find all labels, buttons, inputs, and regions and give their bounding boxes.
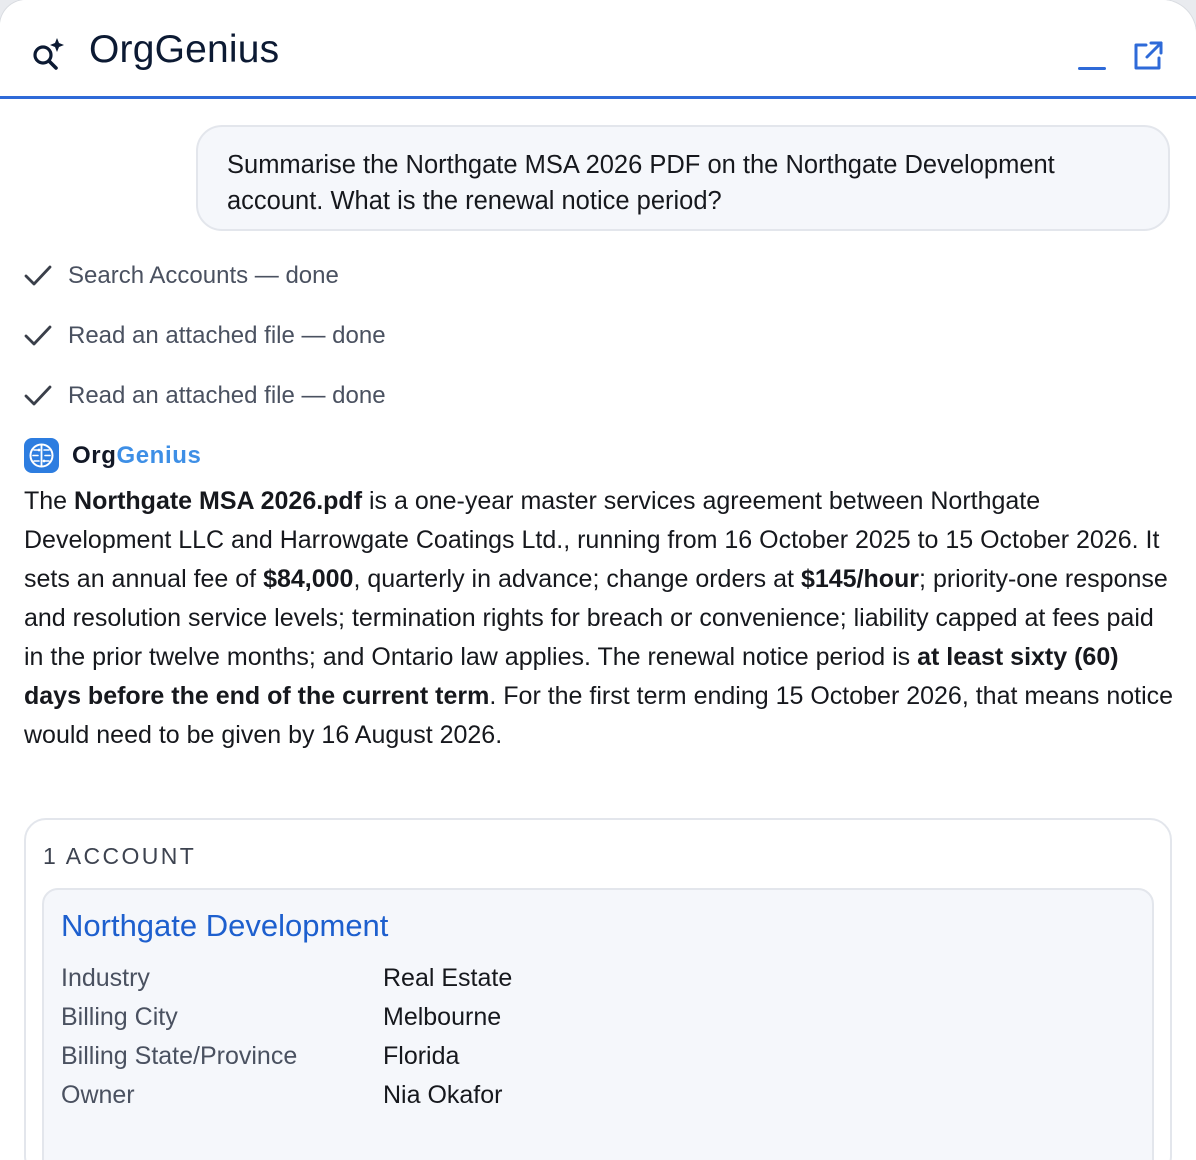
answer-text: The <box>24 487 75 515</box>
answer-text: , quarterly in advance; change orders at <box>353 565 801 593</box>
field-value: Florida <box>383 1042 460 1070</box>
hourly-rate: $145/hour <box>800 565 920 593</box>
field-value: Nia Okafor <box>383 1081 503 1109</box>
field-value: Melbourne <box>383 1003 502 1031</box>
tool-step-label: Search Accounts — done <box>68 262 339 289</box>
field-label: Owner <box>61 1081 135 1109</box>
annual-fee: $84,000 <box>263 565 354 593</box>
field-label: Billing City <box>61 1003 178 1031</box>
brain-icon <box>29 443 54 468</box>
external-link-icon[interactable] <box>1130 38 1166 74</box>
field-label: Billing State/Province <box>61 1042 298 1070</box>
assistant-name: OrgGenius <box>72 438 201 474</box>
field-label: Industry <box>61 964 150 992</box>
assistant-name-part1: Org <box>72 442 117 469</box>
user-message-bubble: Summarise the Northgate MSA 2026 PDF on … <box>196 125 1170 231</box>
results-count: 1 ACCOUNT <box>43 843 197 869</box>
assistant-answer: The Northgate MSA 2026.pdf is a one-year… <box>24 482 1174 755</box>
checkmark-icon <box>24 265 52 286</box>
app-title: OrgGenius <box>89 28 280 71</box>
panel-header: OrgGenius <box>0 0 1196 99</box>
checkmark-icon <box>24 325 52 346</box>
file-name: Northgate MSA 2026.pdf <box>74 487 363 515</box>
search-sparkle-icon <box>33 38 64 70</box>
assistant-avatar <box>24 438 59 473</box>
account-name-link[interactable]: Northgate Development <box>61 906 388 946</box>
results-card: 1 ACCOUNT Northgate Development Industry… <box>24 818 1172 1160</box>
checkmark-icon <box>24 385 52 406</box>
tool-step-label: Read an attached file — done <box>68 382 386 409</box>
minimize-button[interactable] <box>1072 44 1112 76</box>
chat-panel: OrgGenius Summarise the Northgate MSA 20… <box>0 0 1196 1160</box>
field-value: Real Estate <box>383 964 513 992</box>
assistant-name-part2: Genius <box>116 442 202 469</box>
minimize-icon <box>1078 67 1106 70</box>
tool-step-label: Read an attached file — done <box>68 322 386 349</box>
account-card[interactable]: Northgate Development Industry Real Esta… <box>42 888 1154 1160</box>
